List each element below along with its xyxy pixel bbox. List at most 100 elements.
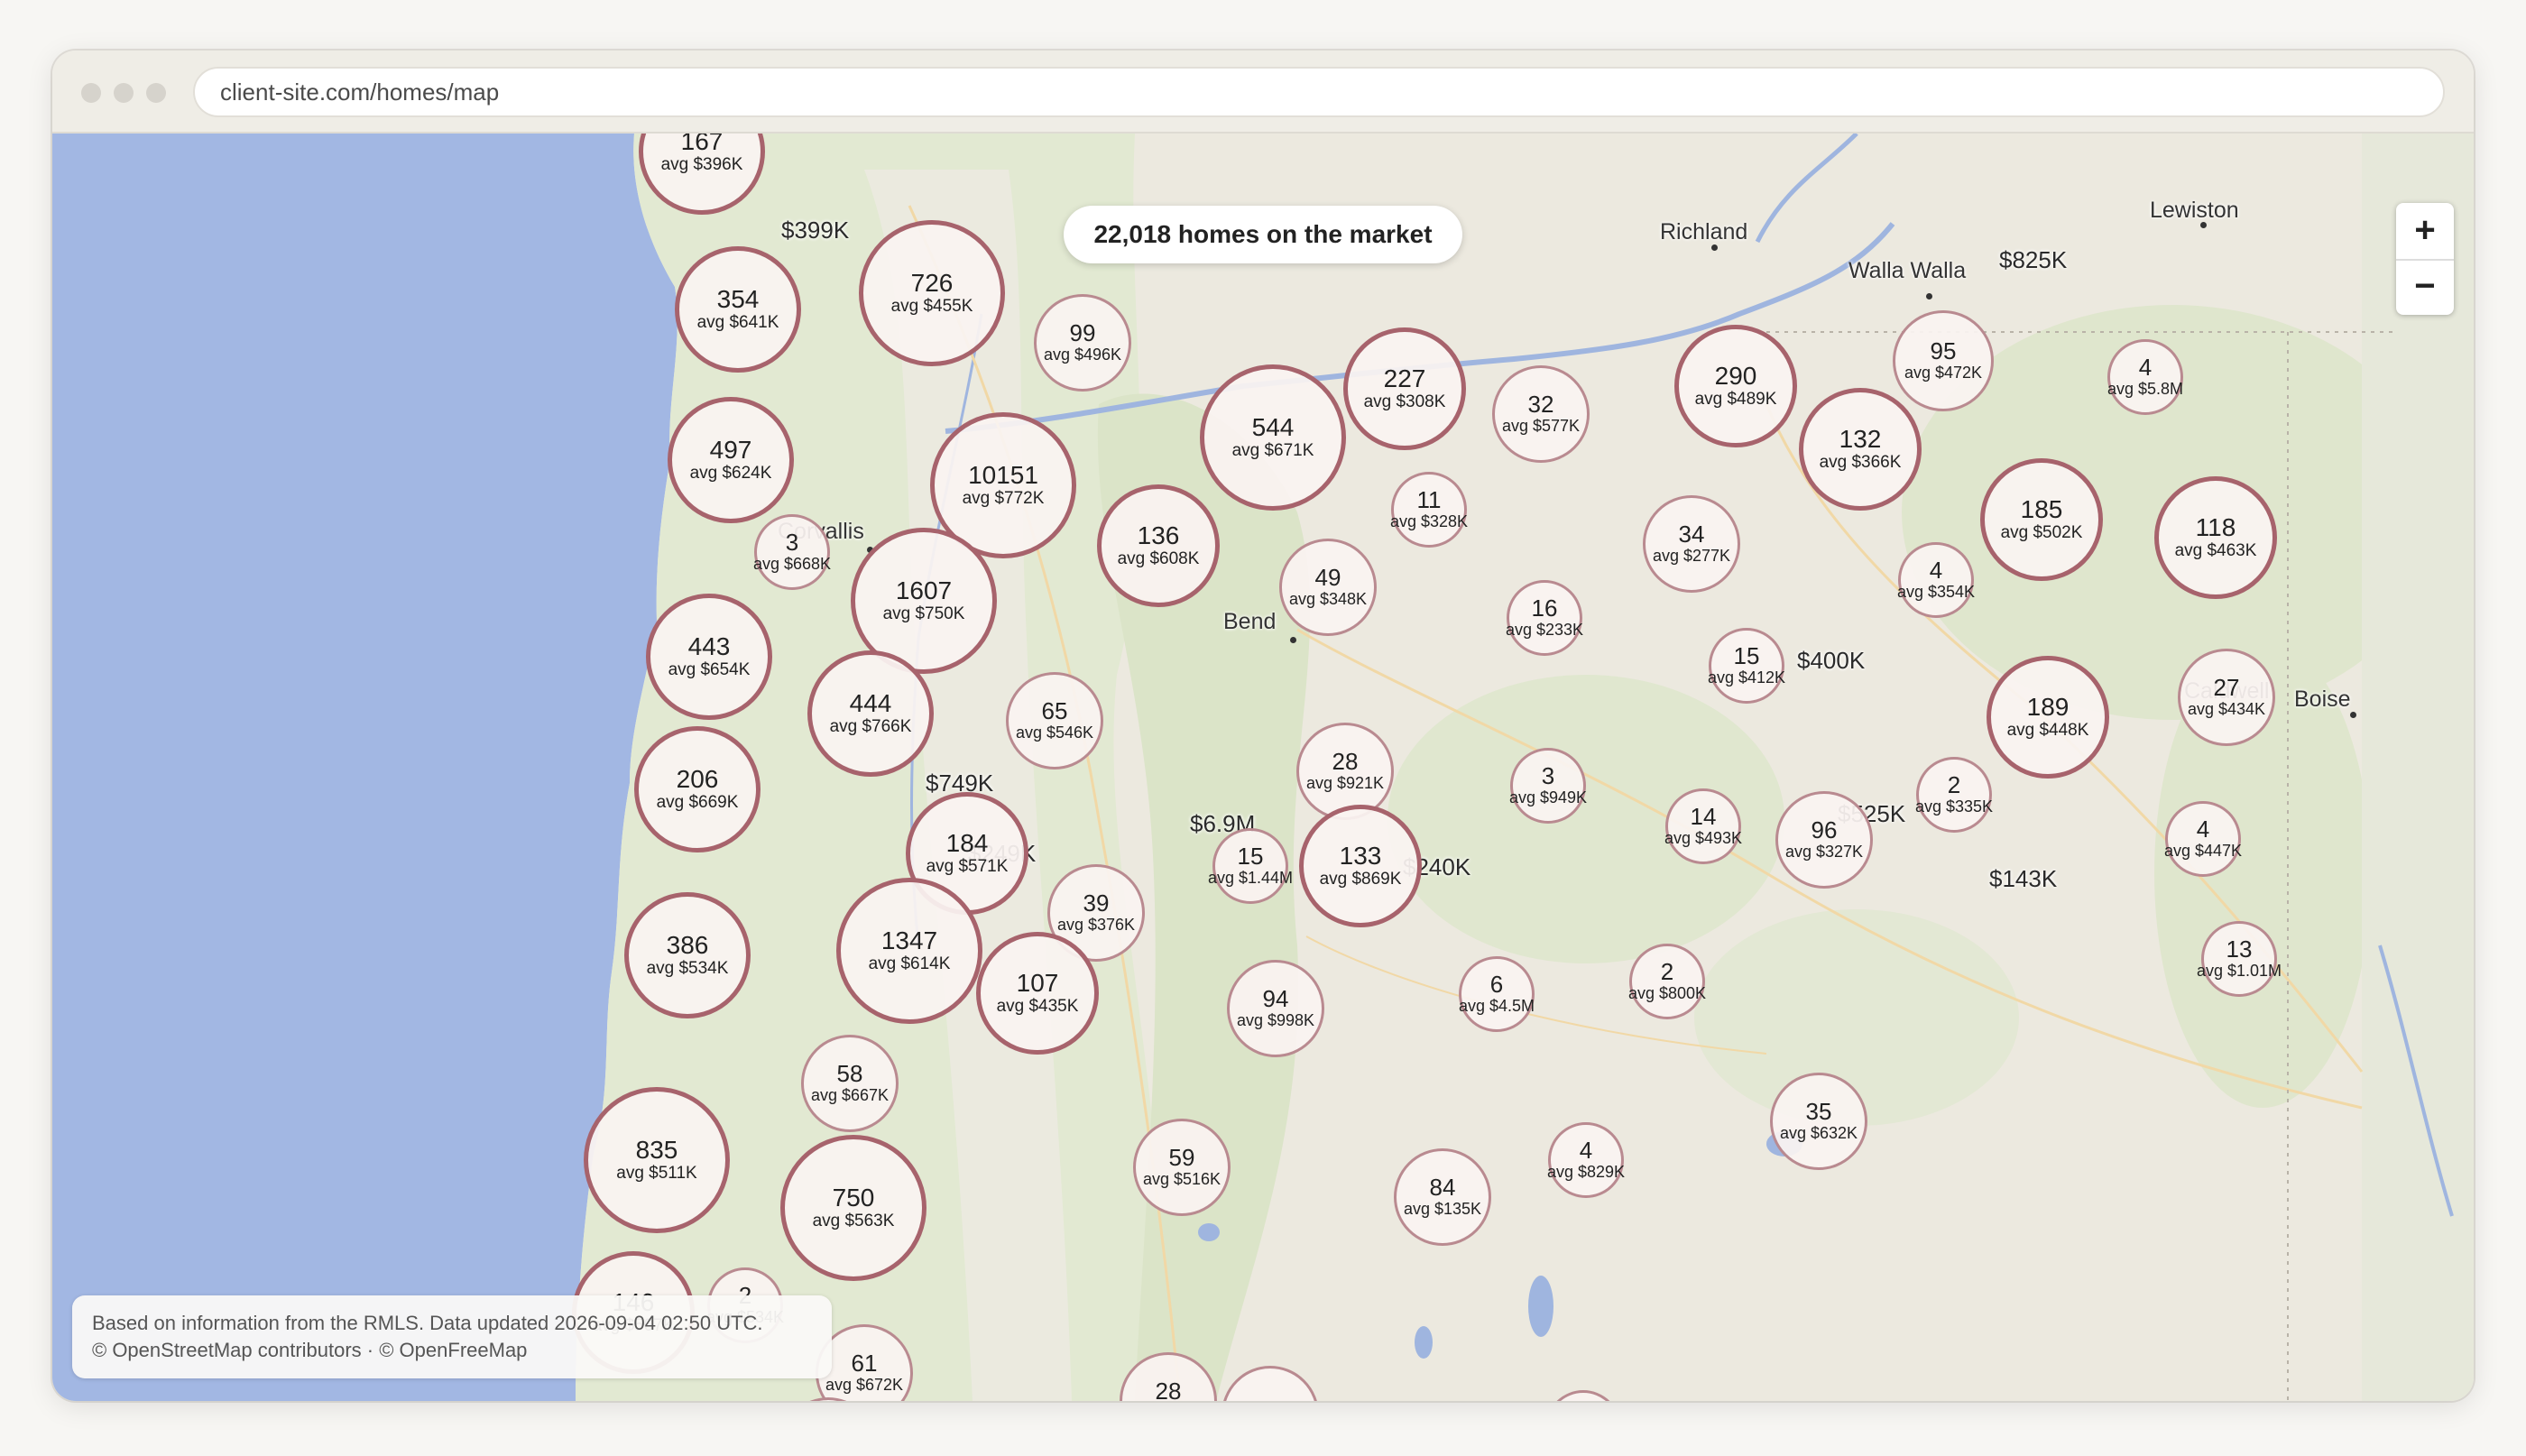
listing-cluster[interactable]: 35 avg $632K (1770, 1073, 1867, 1170)
listing-cluster[interactable]: 835 avg $511K (584, 1087, 730, 1233)
city-label: Walla Walla (1848, 258, 1967, 283)
listing-cluster[interactable]: 2 avg $335K (1915, 757, 1993, 833)
cluster-count: 16 (1531, 594, 1558, 622)
listing-cluster[interactable]: 133 avg $869K (1299, 805, 1422, 927)
listing-cluster[interactable]: 4 avg $5.8M (2107, 339, 2183, 415)
listing-cluster[interactable]: 444 avg $766K (807, 650, 934, 777)
cluster-count: 2 (1947, 771, 1961, 798)
cluster-avg-price: avg $435K (996, 997, 1079, 1016)
listing-cluster[interactable]: 107 avg $435K (976, 932, 1099, 1055)
listing-cluster[interactable]: 443 avg $654K (646, 594, 772, 720)
listing-cluster[interactable]: 1347 avg $614K (836, 878, 982, 1024)
cluster-count: 61 (851, 1350, 878, 1377)
listing-cluster[interactable]: 28 avg $921K (1296, 723, 1394, 820)
cluster-count: 4 (2138, 354, 2153, 381)
listing-cluster[interactable]: 59 avg $516K (1133, 1119, 1231, 1216)
listing-cluster[interactable]: 750 avg $563K (780, 1135, 927, 1281)
zoom-control: + − (2396, 203, 2454, 315)
cluster-avg-price: avg $376K (1056, 916, 1136, 934)
cluster-count: 3 (1541, 762, 1555, 789)
cluster-avg-price: avg $328K (1389, 512, 1469, 530)
listing-cluster[interactable]: 32 avg $577K (1492, 365, 1590, 463)
listing-cluster[interactable]: 354 avg $641K (675, 246, 801, 373)
listing-cluster[interactable]: 11 avg $328K (1389, 472, 1469, 548)
cluster-count: 107 (1016, 969, 1059, 997)
listing-cluster[interactable]: 15 avg $1.44M (1208, 828, 1293, 904)
cluster-avg-price: avg $516K (1142, 1170, 1222, 1188)
cluster-count: 27 (2213, 674, 2240, 701)
listing-cluster[interactable]: 4 avg $829K (1546, 1122, 1626, 1198)
listing-cluster[interactable]: 4 avg $447K (2164, 801, 2242, 877)
cluster-avg-price: avg $233K (1505, 621, 1584, 639)
cluster-count: 15 (1237, 843, 1264, 870)
cluster-count: 354 (716, 285, 760, 313)
cluster-avg-price: avg $668K (752, 555, 832, 573)
listing-cluster[interactable]: 99 avg $496K (1034, 294, 1131, 392)
listing-cluster[interactable]: 4 avg $354K (1897, 542, 1975, 618)
zoom-out-button[interactable]: − (2396, 259, 2454, 315)
cluster-avg-price: avg $672K (825, 1376, 904, 1394)
listing-cluster[interactable]: 386 avg $534K (624, 892, 751, 1018)
listing-cluster[interactable]: 726 avg $455K (859, 220, 1005, 366)
listing-cluster[interactable]: 2 avg $800K (1628, 944, 1706, 1019)
listing-cluster[interactable]: 189 avg $448K (1987, 656, 2109, 779)
cluster-avg-price: avg $772K (962, 489, 1045, 508)
address-bar[interactable]: client-site.com/homes/map (193, 67, 2445, 117)
listing-cluster[interactable]: 65 avg $546K (1006, 672, 1103, 769)
map-base-layer (52, 134, 2474, 1401)
cluster-avg-price: avg $511K (616, 1164, 697, 1183)
listing-cluster[interactable]: 14 avg $493K (1664, 788, 1743, 864)
listing-cluster[interactable]: 3 avg $668K (752, 514, 832, 590)
listing-cluster[interactable]: 84 avg $135K (1394, 1148, 1491, 1246)
cluster-avg-price: avg $135K (1403, 1200, 1482, 1218)
cluster-avg-price: avg $327K (1784, 843, 1864, 861)
city-label: Lewiston (2150, 198, 2239, 223)
listing-cluster[interactable]: 34 avg $277K (1643, 495, 1740, 593)
listing-cluster[interactable]: 13 avg $1.01M (2197, 921, 2282, 997)
listing-cluster[interactable]: 206 avg $669K (634, 726, 761, 852)
listing-cluster[interactable]: 6 avg $4.5M (1459, 956, 1535, 1032)
cluster-avg-price: avg $669K (656, 793, 739, 812)
cluster-count: 28 (1155, 1378, 1182, 1401)
listing-cluster[interactable]: 49 avg $348K (1279, 539, 1377, 636)
zoom-in-button[interactable]: + (2396, 203, 2454, 259)
cluster-avg-price: avg $998K (1236, 1011, 1315, 1029)
listing-cluster[interactable]: 118 avg $463K (2154, 476, 2277, 599)
listing-cluster[interactable]: 227 avg $308K (1343, 327, 1466, 450)
listing-cluster[interactable]: 132 avg $366K (1799, 388, 1922, 511)
listing-cluster[interactable]: 96 avg $327K (1775, 791, 1873, 889)
cluster-count: 189 (2026, 693, 2070, 721)
cluster-count: 290 (1714, 362, 1757, 390)
cluster-count: 14 (1690, 803, 1717, 830)
map-view[interactable]: 22,018 homes on the market + − Richland L… (52, 134, 2474, 1401)
cluster-avg-price: avg $667K (810, 1086, 890, 1104)
price-marker[interactable]: $399K (781, 217, 849, 244)
window-close-dot[interactable] (81, 83, 101, 103)
listing-cluster[interactable]: 27 avg $434K (2178, 649, 2275, 746)
listing-cluster[interactable]: 3 avg $949K (1509, 748, 1587, 824)
cluster-avg-price: avg $614K (868, 954, 951, 973)
cluster-avg-price: avg $5.8M (2107, 380, 2184, 398)
cluster-avg-price: avg $493K (1664, 829, 1743, 847)
cluster-avg-price: avg $489K (1694, 390, 1777, 409)
listing-cluster[interactable]: 58 avg $667K (801, 1035, 899, 1132)
listing-cluster[interactable]: 290 avg $489K (1674, 325, 1797, 447)
listing-cluster[interactable]: 497 avg $624K (668, 397, 794, 523)
listing-cluster[interactable]: 95 avg $472K (1893, 310, 1994, 411)
listing-cluster[interactable]: 185 avg $502K (1980, 458, 2103, 581)
price-marker[interactable]: $825K (1999, 246, 2067, 274)
listing-cluster[interactable]: 94 avg $998K (1227, 960, 1324, 1057)
listing-cluster[interactable]: 16 avg $233K (1505, 580, 1584, 656)
window-minimize-dot[interactable] (114, 83, 134, 103)
listing-cluster[interactable]: 136 avg $608K (1097, 484, 1220, 607)
price-marker[interactable]: $400K (1797, 647, 1865, 675)
cluster-avg-price: avg $829K (1546, 1163, 1626, 1181)
cluster-count: 2 (1660, 958, 1674, 985)
window-maximize-dot[interactable] (146, 83, 166, 103)
listing-cluster[interactable]: 15 avg $412K (1708, 628, 1785, 704)
cluster-avg-price: avg $766K (829, 717, 912, 736)
price-marker[interactable]: $143K (1989, 865, 2057, 893)
cluster-count: 49 (1314, 564, 1341, 591)
listing-cluster[interactable]: 544 avg $671K (1200, 364, 1346, 511)
cluster-count: 443 (687, 632, 731, 660)
